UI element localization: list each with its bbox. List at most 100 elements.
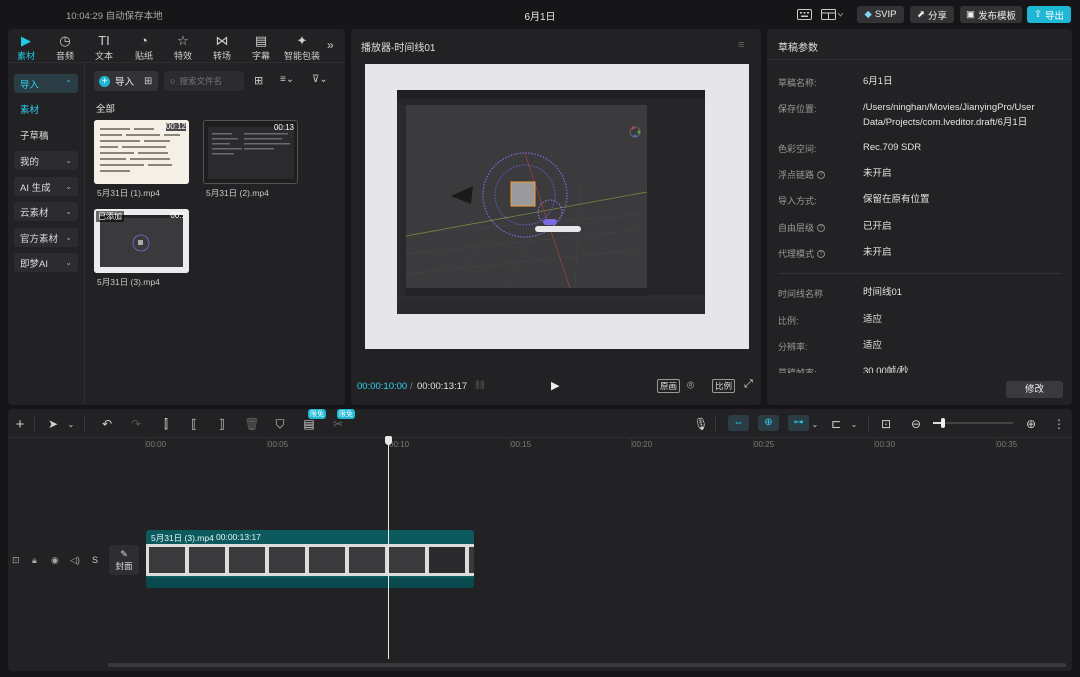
sidebar-item-official[interactable]: 官方素材 ⌄ (14, 228, 78, 247)
export-icon: ⇪ (1034, 9, 1042, 20)
time-separator: / (410, 381, 413, 392)
snap-icon[interactable]: ⊕ (758, 415, 779, 431)
zoom-out-icon[interactable]: ⊖ (908, 416, 924, 432)
microphone-icon[interactable]: 🎙 (693, 416, 709, 432)
tab-smart-pack[interactable]: ✦ 智能包装 (282, 32, 322, 62)
tab-media[interactable]: ▶ 素材 (8, 32, 44, 62)
link-icon[interactable]: ⊶ (788, 415, 809, 431)
param-label-row: 浮点链路 ? (778, 168, 826, 181)
param-value: 时间线01 (863, 287, 903, 298)
tab-audio[interactable]: ◷ 音频 (47, 32, 83, 62)
share-button[interactable]: ⬈ 分享 (910, 6, 954, 23)
tab-effects[interactable]: ☆ 特效 (165, 32, 201, 62)
param-label: 时间线名称 (778, 289, 824, 299)
original-quality-button[interactable]: 原画 (657, 379, 681, 393)
zoom-in-icon[interactable]: ⊕ (1023, 416, 1039, 432)
filter-icon[interactable]: ⊽⌄ (312, 74, 328, 85)
media-thumbnail[interactable]: 已添加 00:1 (94, 209, 189, 273)
media-filename: 5月31日 (2).mp4 (206, 188, 269, 198)
shortcut-keyboard-icon[interactable] (794, 6, 814, 23)
plus-circle-icon: + (99, 75, 110, 87)
lock-icon[interactable]: 🔒︎ (32, 555, 37, 566)
waveform-icon[interactable]: ⦀⦀ (475, 380, 485, 393)
player-title: 播放器-时间线01 (361, 43, 436, 54)
zoom-slider-handle[interactable] (941, 418, 945, 428)
zoom-slider[interactable] (933, 418, 1013, 428)
aspect-ratio-button[interactable]: 比例 (712, 379, 736, 393)
param-value: 未开启 (863, 168, 892, 179)
help-icon[interactable]: ? (817, 249, 826, 258)
split-icon[interactable]: ⫿ (158, 416, 174, 432)
grid-view-icon[interactable]: ⊞ (254, 74, 263, 87)
search-box[interactable]: ○ (164, 71, 244, 91)
ruler-tick (631, 439, 632, 448)
chevron-down-icon[interactable]: ⌄ (807, 416, 823, 432)
redo-icon[interactable]: ↷ (128, 416, 144, 432)
toolbar-divider (84, 417, 85, 431)
playhead-handle[interactable] (385, 436, 392, 445)
media-thumbnail[interactable]: 00:13 (203, 120, 298, 184)
zoom-fit-icon[interactable]: ⊡ (878, 416, 894, 432)
pencil-icon: ✎ (120, 548, 128, 559)
solo-toggle[interactable]: S (92, 555, 98, 565)
eye-icon[interactable]: ◉ (51, 555, 59, 566)
search-input[interactable] (179, 76, 240, 86)
mark-icon[interactable]: ⛉ (272, 416, 288, 432)
more-tabs-icon[interactable]: » (327, 38, 334, 52)
sidebar-item-import[interactable]: 导入 ⌃ (14, 74, 78, 93)
tab-sticker[interactable]: ◔ 贴纸 (126, 32, 162, 62)
sidebar-item-material[interactable]: 素材 (14, 99, 78, 118)
preview-axis-icon[interactable]: ⊏ (828, 416, 844, 432)
sidebar-item-mine[interactable]: 我的 ⌄ (14, 151, 78, 170)
preview-canvas[interactable] (365, 64, 749, 349)
param-label: 分辨率: (778, 342, 808, 352)
sort-icon[interactable]: ≡⌄ (280, 74, 294, 85)
help-icon[interactable]: ? (817, 170, 826, 179)
snapshot-icon[interactable]: ⌾ (687, 378, 694, 393)
track-cover-toggle-icon[interactable]: ⊡ (12, 555, 20, 566)
player-menu-icon[interactable]: ≡ (738, 39, 744, 51)
chevron-down-icon[interactable]: ⌄ (846, 416, 862, 432)
qr-grid-icon[interactable]: ⊞ (144, 76, 152, 87)
modify-button[interactable]: 修改 (1006, 381, 1063, 398)
tab-text[interactable]: TI 文本 (86, 32, 122, 62)
undo-icon[interactable]: ↶ (99, 416, 115, 432)
film-frame (308, 546, 346, 574)
layout-switch-icon[interactable] (818, 6, 846, 23)
param-value: Rec.709 SDR (863, 142, 922, 153)
sidebar-item-subdraft[interactable]: 子草稿 (14, 125, 78, 144)
media-thumbnail[interactable]: 00:12 (94, 120, 189, 184)
blender-frame-image (397, 90, 705, 314)
more-options-icon[interactable]: ⋮ (1051, 416, 1067, 432)
param-label: 比例: (778, 316, 799, 326)
play-icon[interactable]: ▶ (551, 379, 559, 392)
param-value: 未开启 (863, 247, 892, 258)
help-icon[interactable]: ? (817, 223, 826, 232)
svip-button[interactable]: ◆ SVIP (857, 6, 904, 23)
delete-icon[interactable]: 🗑 (244, 416, 260, 432)
sidebar-item-cloud[interactable]: 云素材 ⌄ (14, 202, 78, 221)
playhead-line[interactable] (388, 439, 389, 659)
cover-button[interactable]: ✎ 封面 (109, 545, 139, 575)
export-button[interactable]: ⇪ 导出 (1027, 6, 1071, 23)
ruler-tick-label: 00:10 (389, 440, 410, 449)
select-cursor-icon[interactable]: ➤ (45, 416, 61, 432)
trim-left-icon[interactable]: ⟦ (186, 416, 202, 432)
tab-transition[interactable]: ⋈ 转场 (204, 32, 240, 62)
trim-right-icon[interactable]: ⟧ (214, 416, 230, 432)
sidebar-item-jimeng-ai[interactable]: 即梦AI ⌄ (14, 253, 78, 272)
volume-icon[interactable]: ◁) (70, 555, 80, 566)
publish-template-button[interactable]: ▣ 发布模板 (960, 6, 1022, 23)
import-button[interactable]: + 导入 ⊞ (94, 71, 158, 91)
sidebar-item-ai-generate[interactable]: AI 生成 ⌄ (14, 177, 78, 196)
fullscreen-icon[interactable]: ⤢ (744, 378, 753, 391)
link-main-track-icon[interactable]: ⇔ (728, 415, 749, 431)
param-label: 草稿名称: (778, 78, 817, 88)
chevron-down-icon: ⌄ (65, 207, 72, 216)
timeline-scrollbar[interactable] (108, 663, 1066, 667)
add-track-icon[interactable]: + (12, 416, 28, 433)
video-clip[interactable]: 5月31日 (3).mp4 00:00:13:17 (146, 530, 474, 588)
toolbar-divider (34, 417, 35, 431)
chevron-down-icon[interactable]: ⌄ (63, 416, 79, 432)
tab-subtitle[interactable]: ▤ 字幕 (243, 32, 279, 62)
